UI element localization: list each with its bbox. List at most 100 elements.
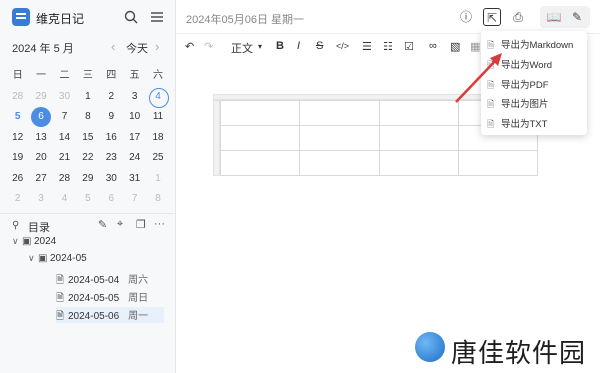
paragraph-style-select[interactable]: 正文 xyxy=(231,40,253,56)
watermark: 唐佳软件园 xyxy=(415,330,600,369)
calendar-day[interactable]: 27 xyxy=(29,169,52,189)
calendar-day-selected[interactable]: 6 xyxy=(29,107,52,128)
calendar-day[interactable]: 18 xyxy=(146,128,169,148)
chevron-down-icon: ∨ xyxy=(12,236,19,246)
calendar-icon: ▣ xyxy=(38,253,48,264)
menu-item-label: 导出为TXT xyxy=(501,119,548,130)
tree-item-year[interactable]: ∨ ▣ 2024 xyxy=(12,236,162,252)
info-icon[interactable]: ⓘ xyxy=(457,8,475,26)
read-mode-icon[interactable]: 📖 xyxy=(545,8,563,26)
calendar-day[interactable]: 11 xyxy=(146,107,169,127)
calendar-day[interactable]: 3 xyxy=(29,189,52,209)
calendar-day[interactable]: 31 xyxy=(123,169,146,189)
calendar-day[interactable]: 8 xyxy=(146,189,169,209)
file-icon: 🗎 xyxy=(487,119,495,129)
calendar-header: 2024 年 5 月 ‹ 今天 › xyxy=(0,38,176,56)
calendar-week: 12 13 14 15 16 17 18 xyxy=(6,128,170,149)
sidebar: 维克日记 2024 年 5 月 ‹ 今天 › 日 一 二 三 四 五 六 28 … xyxy=(0,0,176,373)
calendar-day[interactable]: 29 xyxy=(76,169,99,189)
table-row-handles[interactable] xyxy=(213,100,220,176)
calendar-day[interactable]: 1 xyxy=(76,87,99,107)
calendar-day[interactable]: 2 xyxy=(6,189,29,209)
calendar-day[interactable]: 25 xyxy=(146,148,169,168)
calendar-day[interactable]: 23 xyxy=(100,148,123,168)
calendar-week: 5 6 7 8 9 10 11 xyxy=(6,107,170,128)
calendar-day[interactable]: 2 xyxy=(100,87,123,107)
today-button[interactable]: 今天 xyxy=(126,40,148,56)
print-icon[interactable]: ⎙ xyxy=(509,8,527,26)
calendar-month-label: 2024 年 5 月 xyxy=(12,43,74,55)
app-title: 维克日记 xyxy=(36,12,85,26)
calendar-weekdays: 日 一 二 三 四 五 六 xyxy=(6,66,170,87)
edit-icon[interactable]: ✎ xyxy=(98,218,107,231)
calendar-day[interactable]: 15 xyxy=(76,128,99,148)
tree-item-day[interactable]: 🗎 2024-05-04 周六 xyxy=(56,271,164,287)
locate-icon[interactable]: ⌖ xyxy=(117,218,123,231)
more-icon[interactable]: ··· xyxy=(154,218,165,230)
calendar-day[interactable]: 5 xyxy=(76,189,99,209)
numbered-list-icon[interactable]: ☷ xyxy=(383,40,393,53)
calendar-day[interactable]: 28 xyxy=(6,87,29,107)
italic-icon[interactable]: I xyxy=(297,40,300,52)
calendar-day[interactable]: 24 xyxy=(123,148,146,168)
export-icon[interactable]: ⇱ xyxy=(483,8,501,26)
weekday-label: 六 xyxy=(153,70,164,82)
search-icon[interactable] xyxy=(123,9,139,25)
edit-mode-icon[interactable]: ✎ xyxy=(568,8,586,26)
strikethrough-icon[interactable]: S xyxy=(316,40,323,52)
weekday-label: 三 xyxy=(82,70,93,82)
view-mode-group: 📖 ✎ xyxy=(540,6,590,28)
weekday-label: 四 xyxy=(106,70,117,82)
calendar-day[interactable]: 28 xyxy=(53,169,76,189)
chevron-right-icon[interactable]: › xyxy=(155,39,159,54)
watermark-text: 唐佳软件园 xyxy=(451,339,587,369)
calendar-day[interactable]: 13 xyxy=(29,128,52,148)
calendar-day[interactable]: 20 xyxy=(29,148,52,168)
redo-icon[interactable]: ↷ xyxy=(204,40,213,53)
chevron-left-icon[interactable]: ‹ xyxy=(111,39,115,54)
calendar-day[interactable]: 30 xyxy=(53,87,76,107)
weekday-label: 二 xyxy=(59,70,70,82)
calendar-day[interactable]: 4 xyxy=(53,189,76,209)
tree-item-day[interactable]: 🗎 2024-05-05 周日 xyxy=(56,289,164,305)
calendar-day[interactable]: 26 xyxy=(6,169,29,189)
calendar-week: 26 27 28 29 30 31 1 xyxy=(6,169,170,190)
tree-item-weekday: 周一 xyxy=(128,311,149,322)
calendar-day[interactable]: 29 xyxy=(29,87,52,107)
bold-icon[interactable]: B xyxy=(276,40,284,52)
link-icon[interactable]: ∞ xyxy=(429,40,437,52)
calendar-week: 19 20 21 22 23 24 25 xyxy=(6,148,170,169)
tree-item-weekday: 周日 xyxy=(128,293,149,304)
calendar-day[interactable]: 9 xyxy=(100,107,123,127)
calendar-day[interactable]: 12 xyxy=(6,128,29,148)
bullet-list-icon[interactable]: ☰ xyxy=(362,40,372,53)
calendar-day[interactable]: 6 xyxy=(100,189,123,209)
calendar-day[interactable]: 22 xyxy=(76,148,99,168)
calendar-day[interactable]: 1 xyxy=(146,169,169,189)
calendar-day[interactable]: 5 xyxy=(6,107,29,127)
calendar-day[interactable]: 7 xyxy=(53,107,76,127)
calendar-day[interactable]: 21 xyxy=(53,148,76,168)
export-txt-item[interactable]: 🗎 导出为TXT xyxy=(487,115,581,133)
calendar-day[interactable]: 30 xyxy=(100,169,123,189)
app-header: 维克日记 xyxy=(0,0,176,34)
calendar-day[interactable]: 16 xyxy=(100,128,123,148)
calendar-day[interactable]: 10 xyxy=(123,107,146,127)
menu-icon[interactable] xyxy=(149,9,165,25)
code-icon[interactable]: </> xyxy=(336,41,349,51)
calendar-day[interactable]: 8 xyxy=(76,107,99,127)
caret-down-icon[interactable]: ▾ xyxy=(258,42,262,51)
collapse-all-icon[interactable]: ❐ xyxy=(136,218,146,231)
undo-icon[interactable]: ↶ xyxy=(185,40,194,53)
tree-item-day-selected[interactable]: 🗎 2024-05-06 周一 xyxy=(56,307,164,323)
calendar-day[interactable]: 19 xyxy=(6,148,29,168)
file-icon: 🗎 xyxy=(56,293,65,304)
calendar-day[interactable]: 7 xyxy=(123,189,146,209)
calendar-day[interactable]: 4 xyxy=(146,87,170,108)
tree-item-month[interactable]: ∨ ▣ 2024-05 xyxy=(28,253,168,269)
calendar-day[interactable]: 17 xyxy=(123,128,146,148)
calendar-day[interactable]: 3 xyxy=(123,87,146,107)
task-list-icon[interactable]: ☑ xyxy=(404,40,414,53)
calendar-day[interactable]: 14 xyxy=(53,128,76,148)
watermark-logo xyxy=(415,332,445,362)
